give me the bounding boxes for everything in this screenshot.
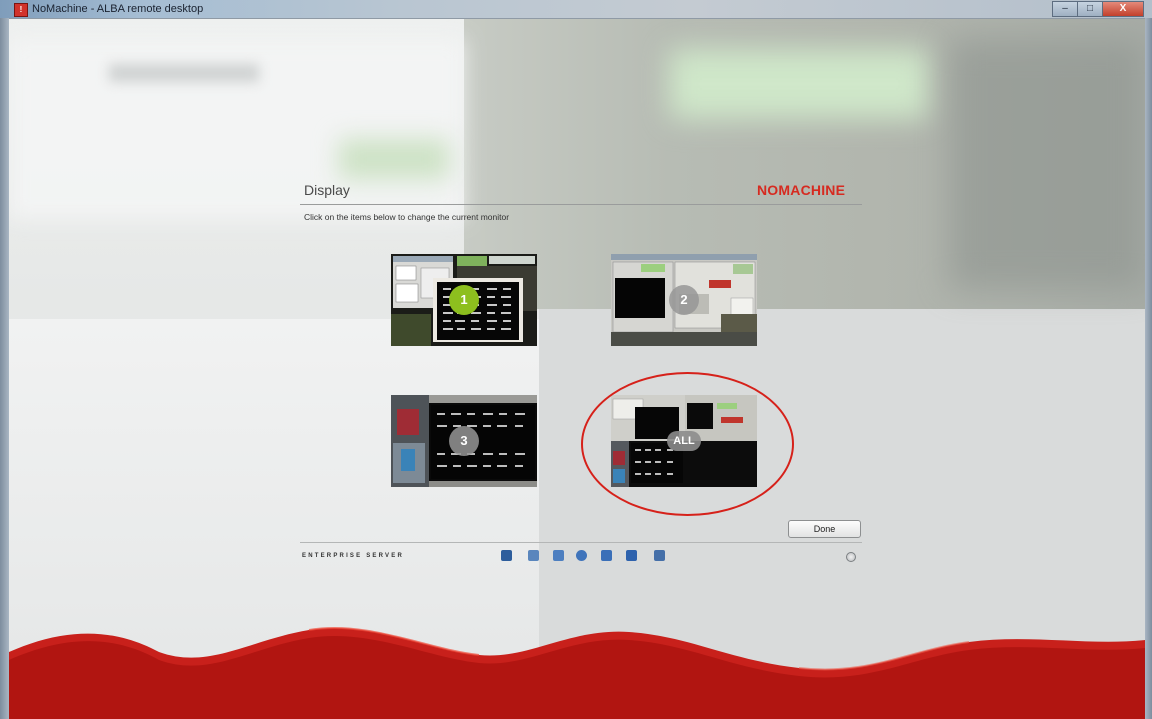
display-icon[interactable]: [528, 550, 539, 561]
window-title: NoMachine - ALBA remote desktop: [32, 3, 204, 15]
monitor-2-badge: 2: [669, 285, 699, 315]
record-icon[interactable]: [654, 550, 665, 561]
input-icon[interactable]: [553, 550, 564, 561]
close-button[interactable]: X: [1102, 1, 1144, 17]
nomachine-logo: NOMACHINE: [757, 182, 846, 198]
window-controls: – □ X: [1052, 1, 1144, 17]
monitor-3-thumbnail[interactable]: 3: [391, 395, 537, 487]
edition-label: ENTERPRISE SERVER: [302, 553, 404, 559]
monitor-2-thumbnail[interactable]: 2: [611, 254, 757, 346]
audio-icon[interactable]: [576, 550, 587, 561]
window-title-bar[interactable]: ! NoMachine - ALBA remote desktop – □ X: [0, 0, 1152, 19]
done-button[interactable]: Done: [788, 520, 861, 538]
monitor-1-thumbnail[interactable]: 1: [391, 254, 537, 346]
nomachine-logo-icon: !: [14, 3, 28, 17]
window-frame-right: [1145, 18, 1152, 719]
window-frame-left: [0, 18, 9, 719]
header-divider: [300, 204, 862, 205]
footer-divider: [300, 542, 862, 543]
connection-icon[interactable]: [501, 550, 512, 561]
instruction-text: Click on the items below to change the c…: [304, 212, 510, 222]
gear-icon[interactable]: [846, 552, 856, 562]
monitor-1-badge: 1: [449, 285, 479, 315]
red-wave-footer: [9, 626, 1145, 719]
maximize-button[interactable]: □: [1077, 1, 1103, 17]
devices-icon[interactable]: [601, 550, 612, 561]
screen-icon[interactable]: [626, 550, 637, 561]
page-title: Display: [304, 182, 350, 198]
annotation-circle: [581, 372, 794, 516]
monitor-3-badge: 3: [449, 426, 479, 456]
minimize-button[interactable]: –: [1052, 1, 1078, 17]
